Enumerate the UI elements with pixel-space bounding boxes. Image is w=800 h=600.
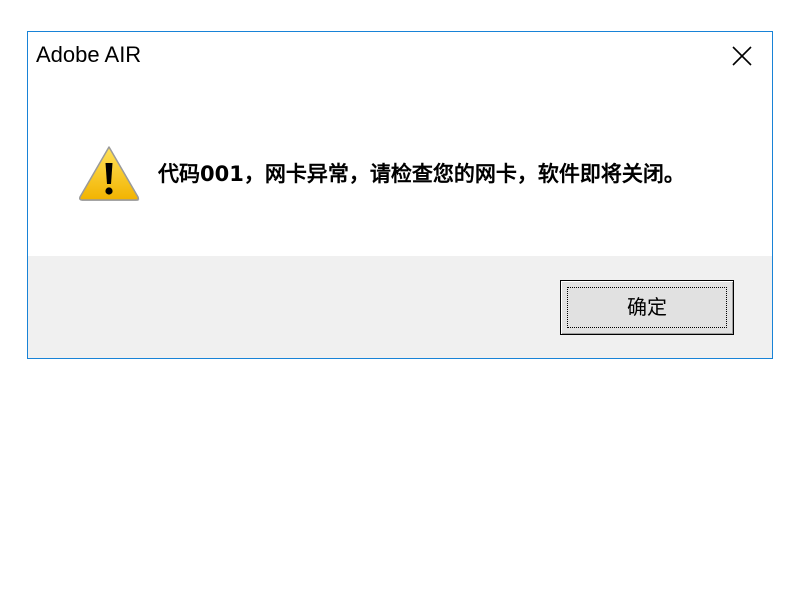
warning-icon (79, 146, 140, 201)
title-bar[interactable]: Adobe AIR (28, 32, 772, 78)
window-title: Adobe AIR (36, 42, 142, 67)
ok-button-label: 确定 (627, 295, 667, 319)
dialog-footer: 确定 (28, 256, 772, 358)
alert-dialog: Adobe AIR 代码001，网卡异常，请检查您的网卡，软件即将关闭。 确定 (27, 31, 773, 359)
close-icon (732, 46, 752, 66)
dialog-content: 代码001，网卡异常，请检查您的网卡，软件即将关闭。 (28, 78, 772, 256)
error-message: 代码001，网卡异常，请检查您的网卡，软件即将关闭。 (158, 162, 685, 186)
ok-button[interactable]: 确定 (560, 280, 734, 335)
close-button[interactable] (712, 32, 772, 78)
